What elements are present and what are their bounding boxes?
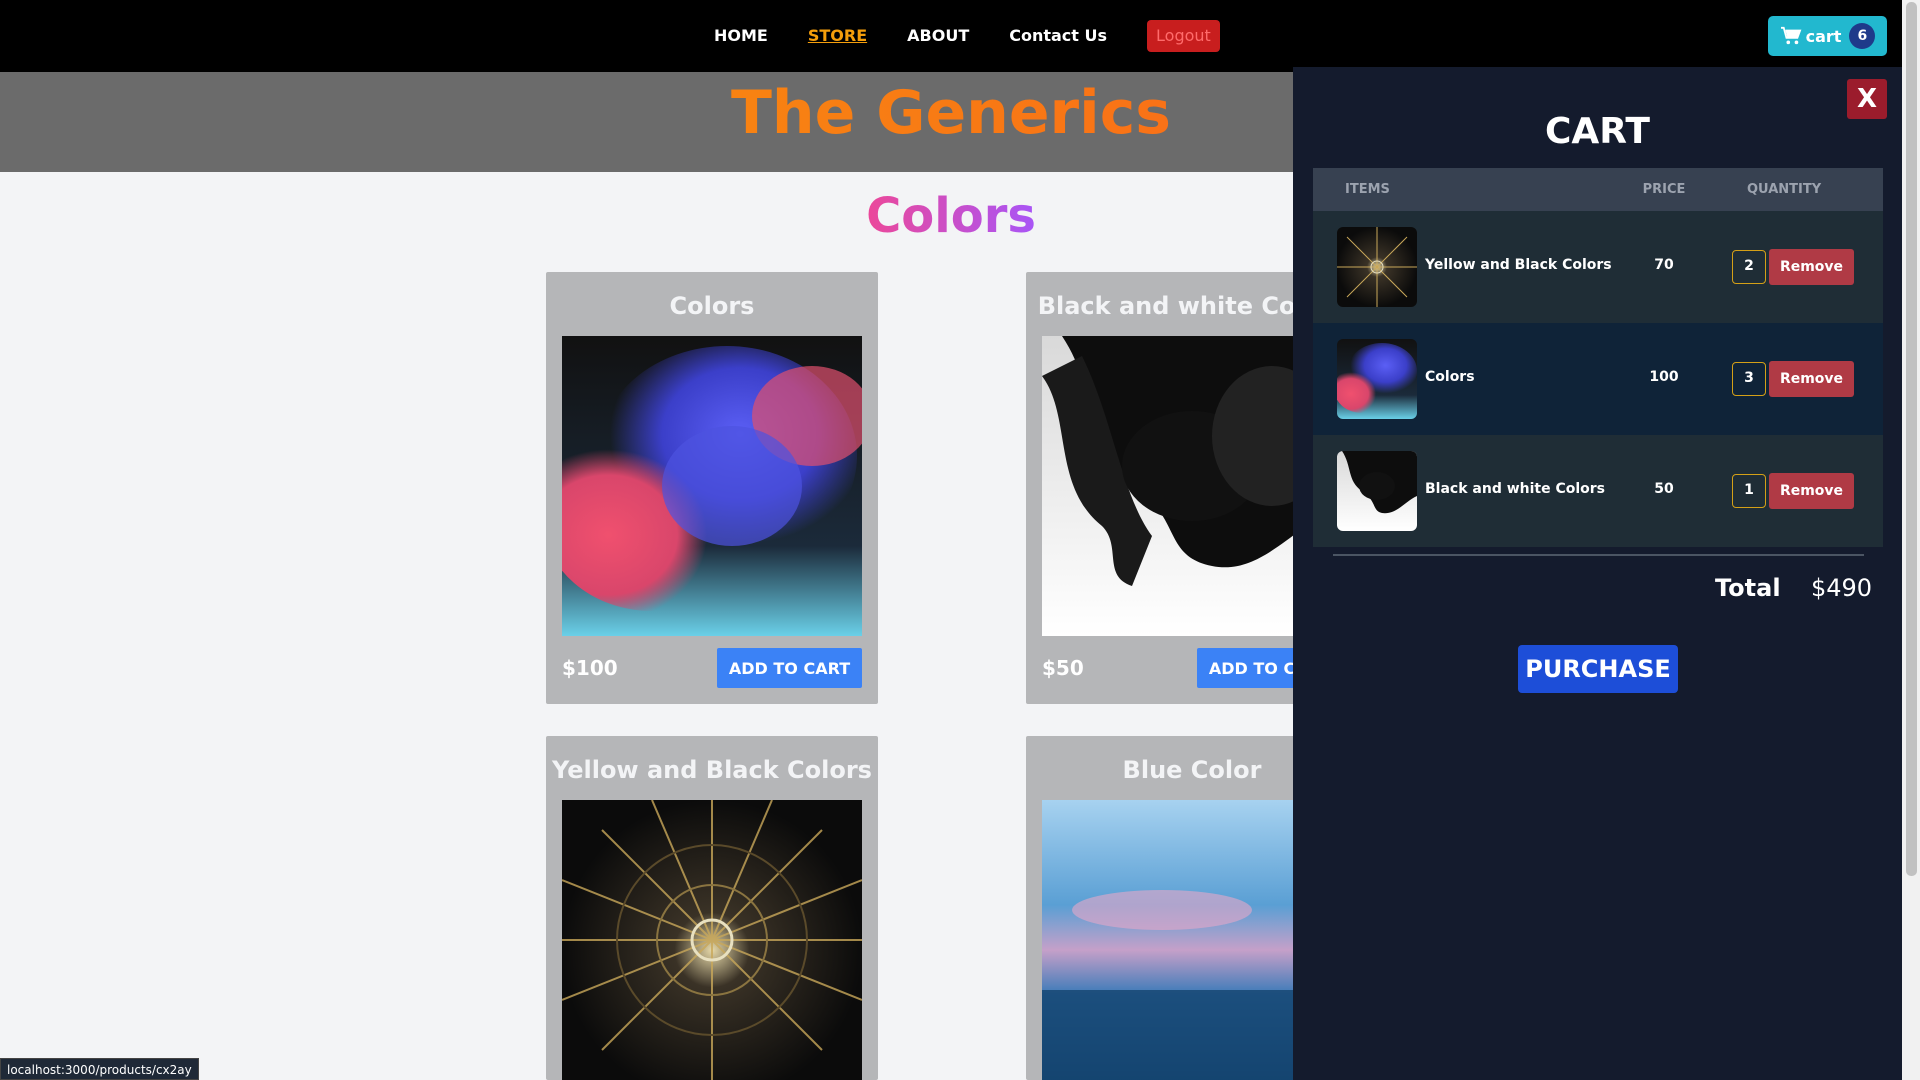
cart-item-name: Colors bbox=[1425, 369, 1475, 385]
cart-button-label: cart bbox=[1805, 26, 1842, 46]
product-title: Yellow and Black Colors bbox=[552, 756, 872, 784]
cart-item-price: 70 bbox=[1654, 257, 1674, 273]
product-card: Colors $100 ADD TO CART bbox=[546, 272, 878, 704]
product-footer: $100 ADD TO CART bbox=[562, 648, 862, 688]
cart-table-header: ITEMS PRICE QUANTITY bbox=[1313, 168, 1883, 211]
product-title: Colors bbox=[669, 292, 755, 320]
scrollbar-thumb[interactable] bbox=[1906, 2, 1917, 876]
cart-icon bbox=[1780, 26, 1801, 45]
cart-item-quantity[interactable]: 1 bbox=[1732, 474, 1766, 508]
product-card: Yellow and Black Colors bbox=[546, 736, 878, 1080]
cart-item-name: Black and white Colors bbox=[1425, 481, 1606, 497]
add-to-cart-button[interactable]: ADD TO CART bbox=[717, 648, 862, 688]
product-image[interactable] bbox=[562, 800, 862, 1080]
cart-row: Black and white Colors 50 1 Remove bbox=[1313, 435, 1883, 547]
product-image[interactable] bbox=[562, 336, 862, 636]
cart-divider bbox=[1333, 554, 1864, 556]
remove-item-button[interactable]: Remove bbox=[1769, 249, 1854, 285]
nav-contact-link[interactable]: Contact Us bbox=[1009, 20, 1107, 52]
cart-item-price: 50 bbox=[1654, 481, 1674, 497]
cart-item-thumbnail bbox=[1337, 227, 1417, 307]
cart-item-thumbnail bbox=[1337, 451, 1417, 531]
cart-item-price: 100 bbox=[1649, 369, 1679, 385]
cart-panel: X CART ITEMS PRICE QUANTITY Yellow and B… bbox=[1293, 67, 1902, 1080]
total-value: $490 bbox=[1811, 574, 1873, 602]
nav-home-link[interactable]: HOME bbox=[714, 20, 768, 52]
navbar: HOME STORE ABOUT Contact Us Logout cart … bbox=[0, 0, 1920, 72]
cart-item-name: Yellow and Black Colors bbox=[1425, 257, 1612, 273]
nav-about-link[interactable]: ABOUT bbox=[907, 20, 969, 52]
remove-item-button[interactable]: Remove bbox=[1769, 361, 1854, 397]
cart-row: Colors 100 3 Remove bbox=[1313, 323, 1883, 435]
nav-store-link[interactable]: STORE bbox=[808, 20, 867, 52]
nav-links: HOME STORE ABOUT Contact Us Logout bbox=[714, 20, 1220, 52]
cart-row: Yellow and Black Colors 70 2 Remove bbox=[1313, 211, 1883, 323]
status-bar-url: localhost:3000/products/cx2ay bbox=[0, 1058, 199, 1080]
header-items: ITEMS bbox=[1345, 182, 1390, 197]
remove-item-button[interactable]: Remove bbox=[1769, 473, 1854, 509]
cart-item-thumbnail bbox=[1337, 339, 1417, 419]
section-title-text: Colors bbox=[866, 188, 1036, 244]
header-quantity: QUANTITY bbox=[1747, 182, 1822, 197]
purchase-button[interactable]: PURCHASE bbox=[1518, 645, 1678, 693]
total-label: Total bbox=[1715, 574, 1781, 602]
cart-item-quantity[interactable]: 2 bbox=[1732, 250, 1766, 284]
cart-table: ITEMS PRICE QUANTITY Yellow and Black Co… bbox=[1313, 168, 1883, 547]
product-price: $100 bbox=[562, 656, 618, 680]
logout-label: Logout bbox=[1156, 26, 1211, 45]
page-scrollbar[interactable] bbox=[1902, 0, 1920, 1080]
product-price: $50 bbox=[1042, 656, 1084, 680]
header-price: PRICE bbox=[1642, 182, 1686, 197]
cart-title: CART bbox=[1545, 111, 1650, 152]
cart-count-badge: 6 bbox=[1849, 23, 1876, 49]
cart-button[interactable]: cart 6 bbox=[1768, 16, 1887, 56]
cart-item-quantity[interactable]: 3 bbox=[1732, 362, 1766, 396]
logout-button[interactable]: Logout bbox=[1147, 20, 1220, 52]
